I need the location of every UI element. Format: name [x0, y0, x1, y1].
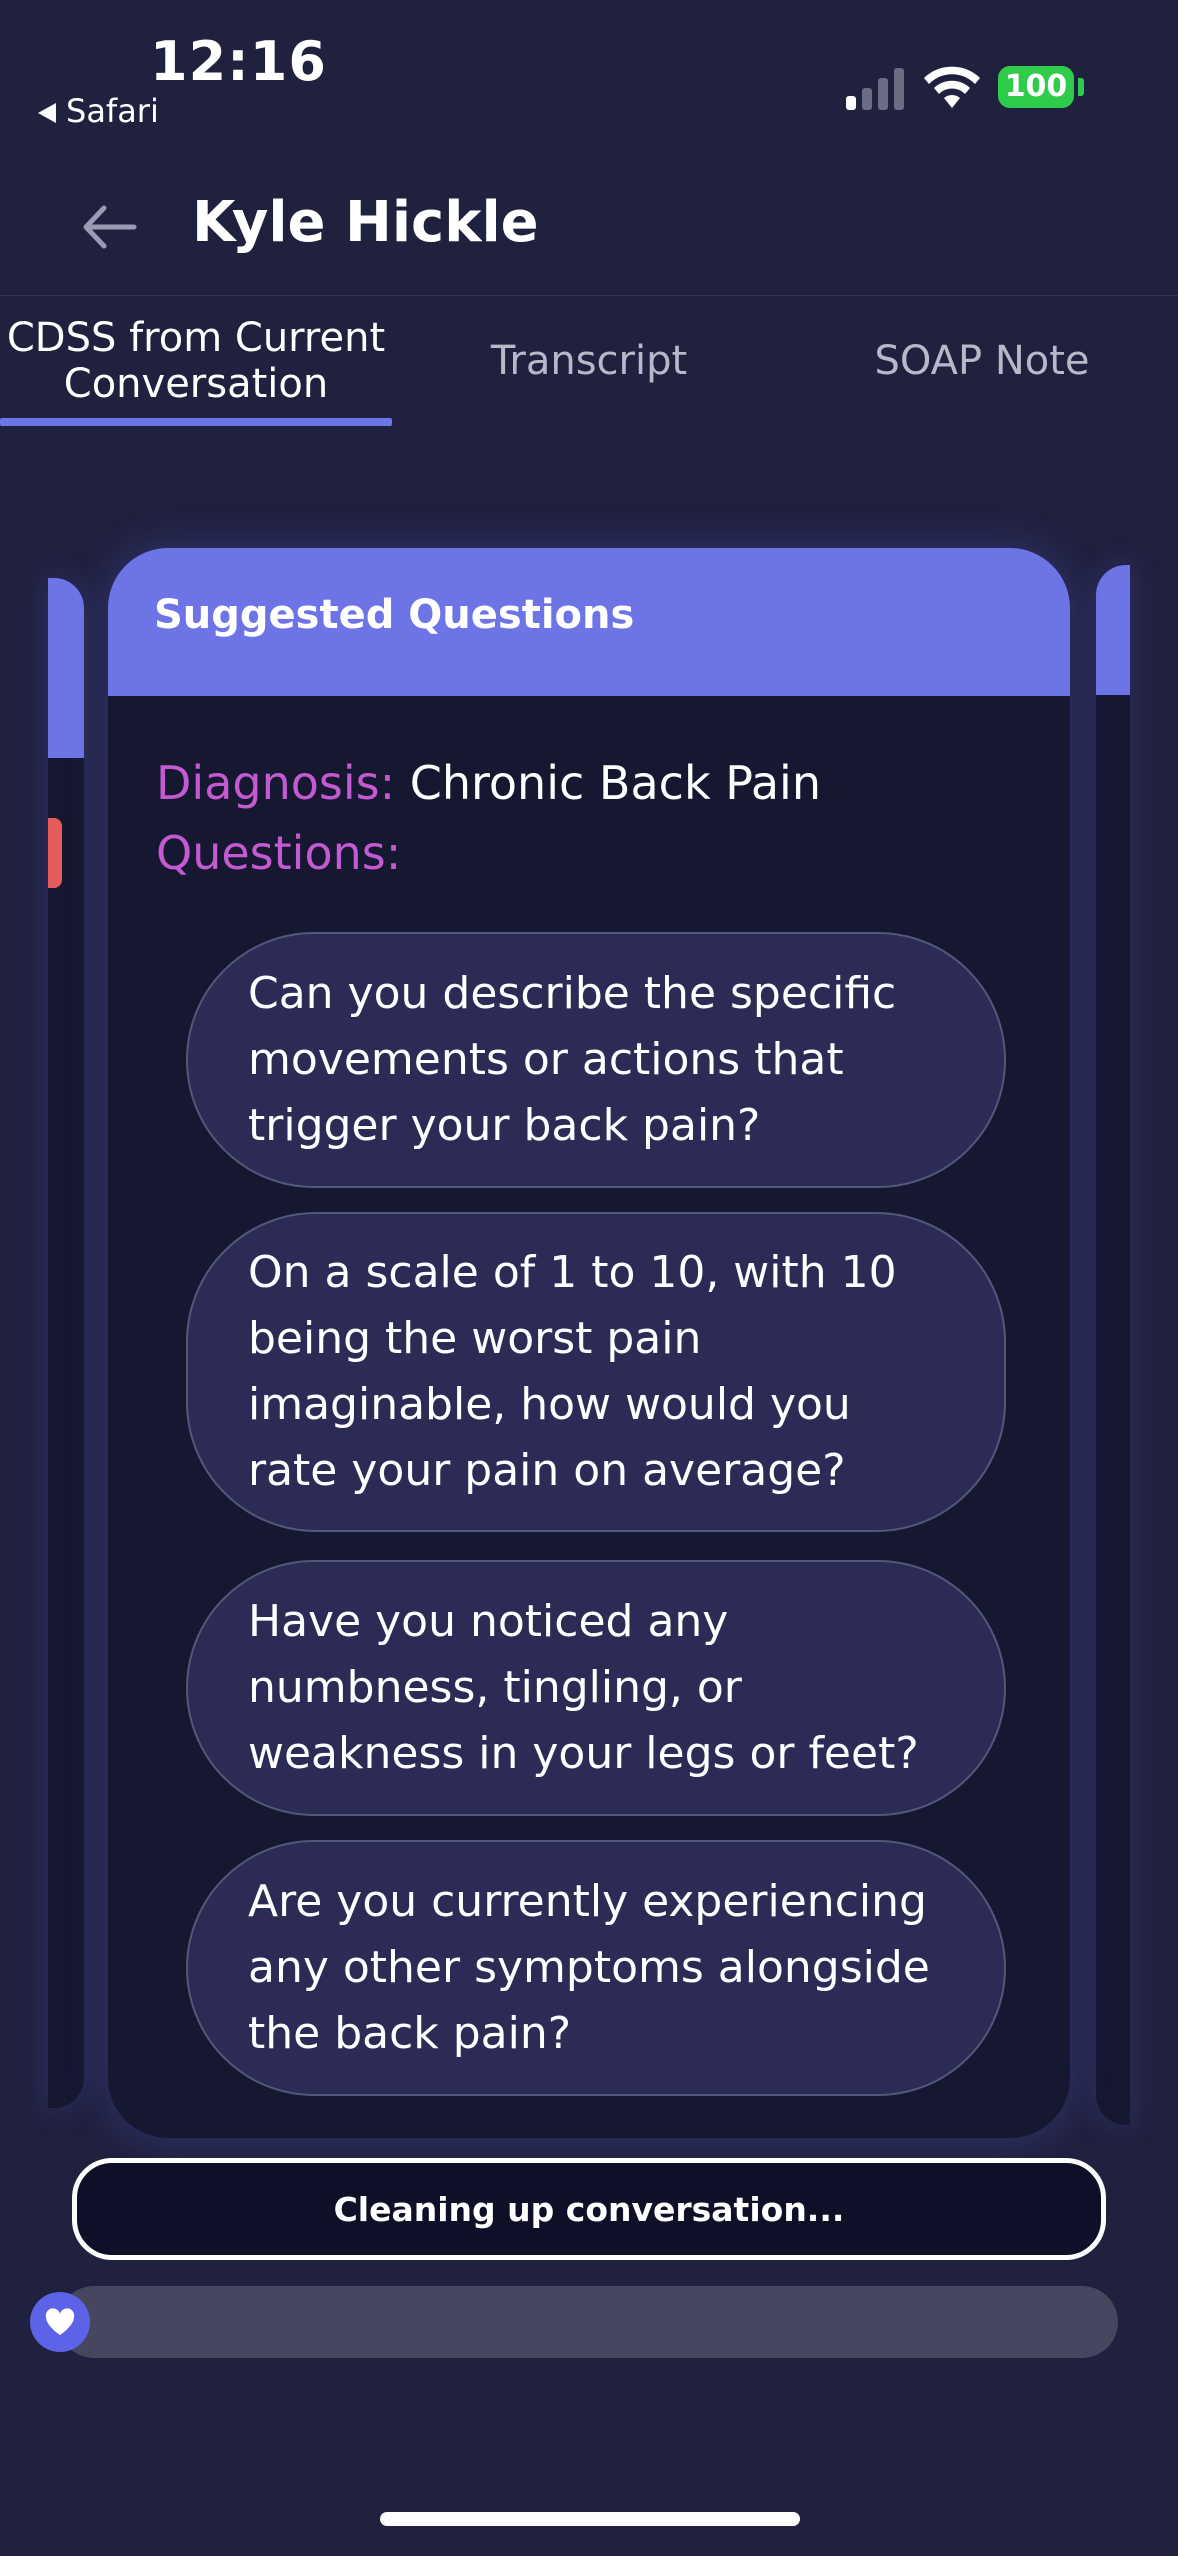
wifi-icon — [924, 66, 980, 108]
signal-icon — [846, 68, 906, 110]
previous-card-header — [48, 578, 84, 758]
questions-label: Questions: — [156, 826, 402, 880]
battery-icon: 100 — [998, 66, 1074, 108]
diagnosis-label: Diagnosis: — [156, 756, 396, 810]
home-indicator[interactable] — [380, 2512, 800, 2526]
question-bubble[interactable]: Can you describe the specific movements … — [186, 932, 1006, 1188]
cleanup-conversation-button[interactable]: Cleaning up conversation... — [72, 2158, 1106, 2260]
next-card[interactable] — [1096, 565, 1130, 2125]
question-bubble[interactable]: Have you noticed any numbness, tingling,… — [186, 1560, 1006, 1816]
card-header: Suggested Questions — [108, 548, 1070, 696]
question-text: On a scale of 1 to 10, with 10 being the… — [248, 1247, 897, 1496]
question-bubble[interactable]: Are you currently experiencing any other… — [186, 1840, 1006, 2096]
app-header: Kyle Hickle — [0, 160, 1178, 296]
diagnosis-value: Chronic Back Pain — [409, 756, 821, 810]
back-arrow-icon[interactable] — [78, 202, 138, 252]
heart-icon — [45, 2308, 75, 2335]
suggested-questions-card: Suggested Questions Diagnosis: Chronic B… — [108, 548, 1070, 2138]
next-card-header — [1096, 565, 1130, 695]
progress-track[interactable] — [58, 2286, 1118, 2358]
tab-soap-note[interactable]: SOAP Note — [786, 296, 1178, 426]
previous-card[interactable] — [48, 578, 84, 2108]
status-time: 12:16 — [150, 30, 327, 93]
question-text: Have you noticed any numbness, tingling,… — [248, 1596, 919, 1779]
card-header-title: Suggested Questions — [154, 592, 635, 638]
diagnosis-line: Diagnosis: Chronic Back Pain — [156, 756, 821, 810]
status-bar: 12:16 Safari 100 — [0, 0, 1178, 160]
tab-bar: CDSS from Current Conversation Transcrip… — [0, 296, 1178, 431]
back-app-label: Safari — [66, 92, 159, 130]
tab-cdss[interactable]: CDSS from Current Conversation — [0, 296, 392, 426]
question-bubble[interactable]: On a scale of 1 to 10, with 10 being the… — [186, 1212, 1006, 1532]
back-to-safari-link[interactable]: Safari — [38, 92, 159, 130]
question-text: Can you describe the specific movements … — [248, 968, 897, 1151]
previous-card-badge — [48, 818, 62, 888]
question-text: Are you currently experiencing any other… — [248, 1876, 930, 2059]
battery-tip — [1078, 78, 1084, 96]
active-tab-indicator — [0, 418, 392, 426]
heart-button[interactable] — [30, 2292, 90, 2352]
page-title: Kyle Hickle — [192, 190, 539, 255]
back-triangle-icon — [38, 103, 56, 123]
tab-transcript[interactable]: Transcript — [393, 296, 785, 426]
